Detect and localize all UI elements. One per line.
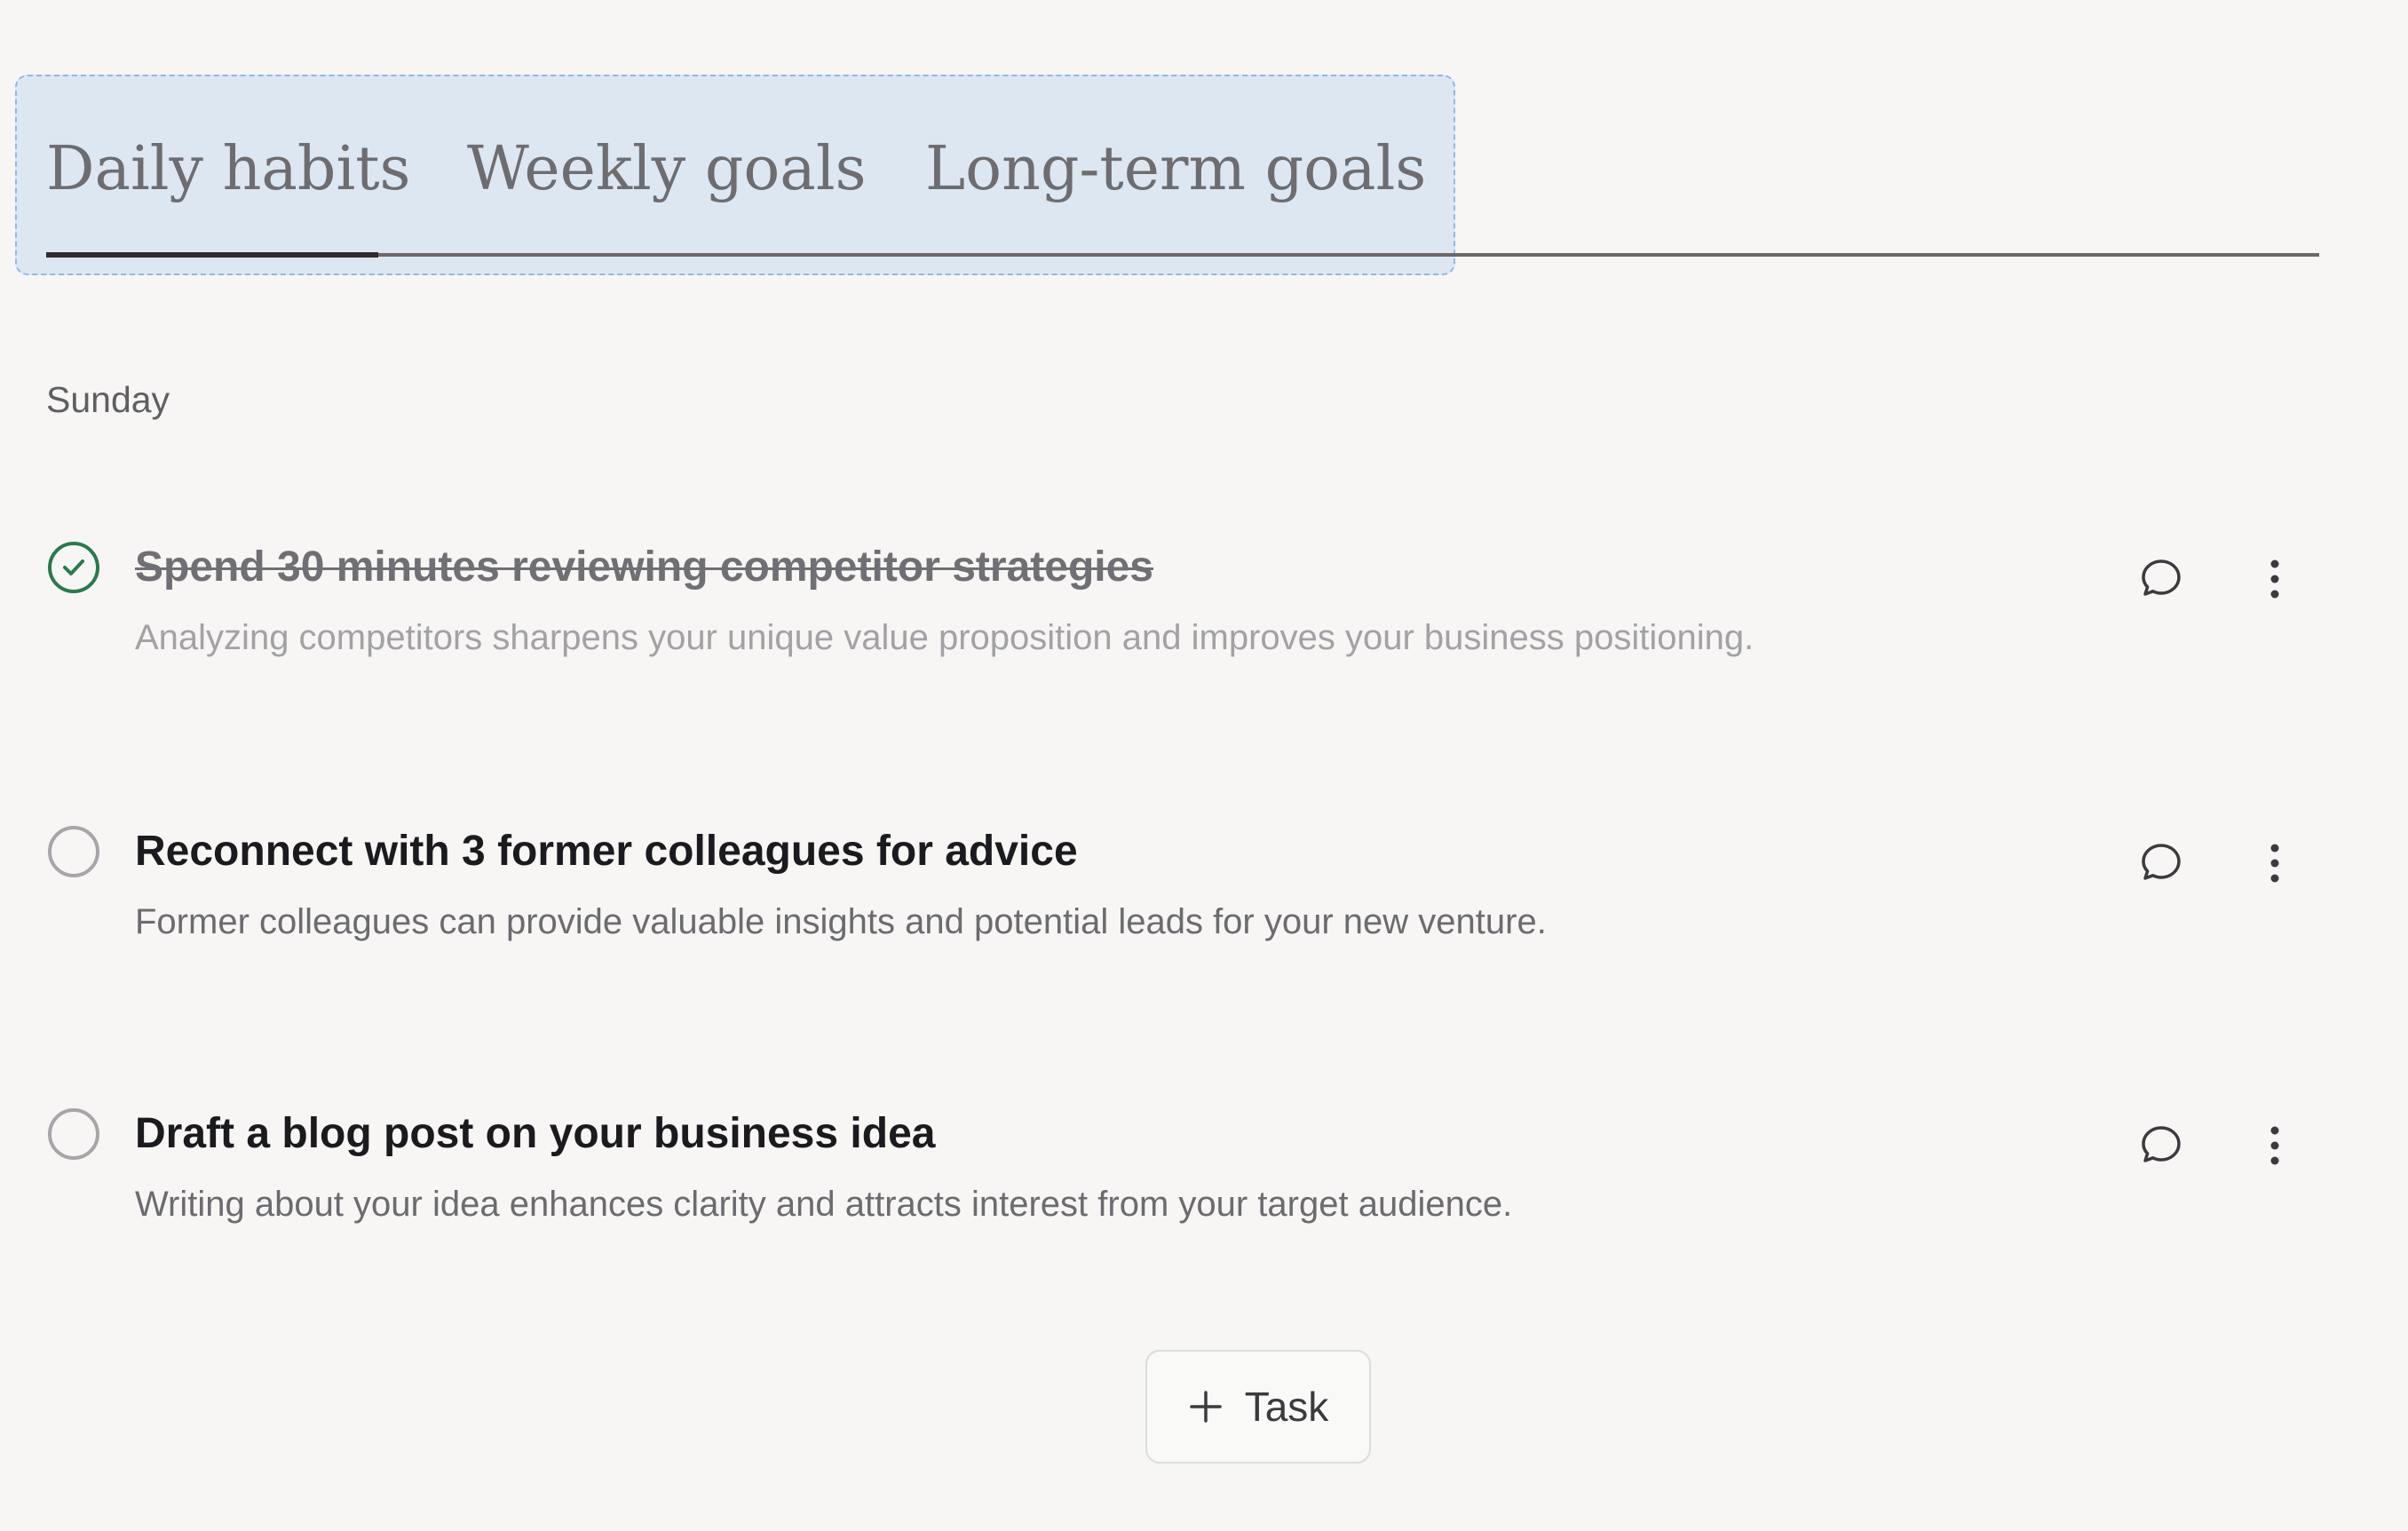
more-options-button[interactable] [2254,838,2296,888]
task-title[interactable]: Reconnect with 3 former colleagues for a… [135,822,1078,881]
tab-long-term-goals[interactable]: Long-term goals [925,127,1426,212]
plus-icon [1189,1391,1222,1423]
comment-button[interactable] [2136,554,2186,604]
task-row: Draft a blog post on your business idea … [0,1105,2408,1282]
task-description: Analyzing competitors sharpens your uniq… [135,618,1755,657]
more-options-button[interactable] [2254,554,2296,604]
comment-button[interactable] [2136,838,2186,888]
comment-icon [2142,1126,2181,1162]
comment-button[interactable] [2136,1121,2186,1170]
tab-weekly-goals[interactable]: Weekly goals [467,127,866,212]
add-task-button[interactable]: Task [1145,1350,1371,1464]
tab-bar-divider [46,253,2319,257]
task-title[interactable]: Draft a blog post on your business idea [135,1105,935,1163]
day-heading: Sunday [46,379,170,420]
more-vertical-icon [2270,1126,2279,1165]
task-description: Former colleagues can provide valuable i… [135,902,1547,941]
more-vertical-icon [2270,844,2279,883]
more-vertical-icon [2270,559,2279,599]
comment-icon [2142,844,2181,880]
add-task-label: Task [1244,1384,1329,1430]
task-row: Spend 30 minutes reviewing competitor st… [0,538,2408,716]
comment-icon [2142,559,2181,596]
task-row: Reconnect with 3 former colleagues for a… [0,822,2408,1000]
check-icon [63,559,84,575]
tab-active-indicator [46,252,378,258]
more-options-button[interactable] [2254,1121,2296,1170]
task-checkbox[interactable] [48,542,99,593]
task-title[interactable]: Spend 30 minutes reviewing competitor st… [135,538,1153,597]
task-checkbox[interactable] [48,826,99,877]
task-description: Writing about your idea enhances clarity… [135,1185,1513,1224]
task-checkbox[interactable] [48,1108,99,1160]
habits-page: Daily habits Weekly goals Long-term goal… [0,0,2408,1531]
tab-daily-habits[interactable]: Daily habits [46,127,410,212]
